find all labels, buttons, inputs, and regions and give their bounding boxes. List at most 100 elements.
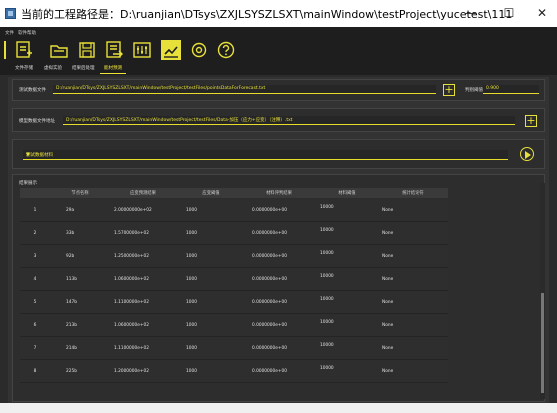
tab-prediction[interactable]: 能材预测 bbox=[104, 65, 122, 71]
table-row[interactable]: 4 113b 1.0600000e+02 1000 0.0000000e+00 10000… bbox=[20, 268, 448, 291]
row-number: 4 bbox=[33, 277, 37, 282]
test-file-panel: 测试数据文件 D:/ruanjian/DTsys/ZXJLSYSZLSXT/ma… bbox=[12, 79, 545, 101]
scrollbar-thumb[interactable] bbox=[541, 293, 544, 393]
add-model-file-button[interactable]: + bbox=[525, 115, 537, 127]
chevron-down-icon: ▼ bbox=[26, 152, 30, 158]
export-icon[interactable] bbox=[104, 40, 124, 60]
cell-strain: 1.2000000e+02 bbox=[114, 369, 149, 374]
cell-name: 29a bbox=[66, 208, 75, 213]
cell-strain-th: 1000 bbox=[186, 369, 197, 374]
cell-mat-th: 10000 bbox=[320, 228, 334, 233]
cell-name: 113b bbox=[66, 277, 77, 282]
col-strain-threshold: 应变阈值 bbox=[202, 191, 220, 196]
help-icon[interactable] bbox=[216, 40, 236, 60]
cell-strain-th: 1000 bbox=[186, 323, 197, 328]
table-row[interactable]: 7 214b 1.1100000e+02 1000 0.0000000e+00 10000… bbox=[20, 337, 448, 360]
threshold-input[interactable]: 0.900 bbox=[483, 85, 539, 94]
vertical-scrollbar[interactable] bbox=[540, 183, 545, 399]
save-icon[interactable] bbox=[77, 40, 97, 60]
open-folder-icon[interactable] bbox=[49, 40, 69, 60]
menu-bar: 文件 软件帮助 bbox=[0, 27, 557, 39]
cell-mat: 0.0000000e+00 bbox=[252, 300, 287, 305]
table-row[interactable]: 8 225b 1.2000000e+02 1000 0.0000000e+00 10000… bbox=[20, 360, 448, 383]
active-tab-indicator bbox=[100, 73, 126, 74]
test-file-field[interactable]: D:/ruanjian/DTsys/ZXJLSYSZLSXT/mainWindo… bbox=[53, 85, 436, 94]
cell-mat-th: 10000 bbox=[320, 251, 334, 256]
threshold-label: 判别阈值 bbox=[465, 88, 483, 93]
cell-mat-th: 10000 bbox=[320, 320, 334, 325]
table-row[interactable]: 3 92b 1.2500000e+02 1000 0.0000000e+00 10000 N… bbox=[20, 245, 448, 268]
status-bar bbox=[0, 403, 557, 413]
cell-mat: 0.0000000e+00 bbox=[252, 346, 287, 351]
cell-strain-th: 1000 bbox=[186, 346, 197, 351]
cell-name: 92b bbox=[66, 254, 75, 259]
col-material-result: 材料评判结果 bbox=[266, 191, 292, 196]
test-type-select[interactable]: 测试数据材料 ▼ bbox=[23, 150, 508, 160]
row-number: 6 bbox=[33, 323, 37, 328]
table-header: 节点名称 应变预测结果 应变阈值 材料评判结果 材料阈值 统计结论符 bbox=[20, 188, 448, 198]
col-conclusion: 统计结论符 bbox=[402, 191, 424, 196]
cell-strain-th: 1000 bbox=[186, 231, 197, 236]
cell-mat-th: 10000 bbox=[320, 274, 334, 279]
cell-name: 213b bbox=[66, 323, 77, 328]
cell-name: 214b bbox=[66, 346, 77, 351]
col-material-threshold: 材料阈值 bbox=[338, 191, 356, 196]
cell-mat-th: 10000 bbox=[320, 205, 334, 210]
cell-strain-th: 1000 bbox=[186, 254, 197, 259]
add-test-file-button[interactable]: + bbox=[443, 84, 455, 96]
title-bar: 当前的工程路径是：D:\ruanjian\DTsys\ZXJLSYSZLSXT\… bbox=[0, 0, 557, 27]
row-number: 3 bbox=[33, 254, 37, 259]
tab-file-storage[interactable]: 文件存储 bbox=[15, 65, 33, 71]
menu-file[interactable]: 文件 bbox=[5, 30, 14, 36]
cell-mat-th: 10000 bbox=[320, 297, 334, 302]
table-row[interactable]: 2 33b 1.5700000e+02 1000 0.0000000e+00 10000 N… bbox=[20, 222, 448, 245]
cell-strain-th: 1000 bbox=[186, 208, 197, 213]
cell-concl: None bbox=[382, 277, 394, 282]
settings-icon[interactable] bbox=[189, 40, 209, 60]
results-label: 结果展示 bbox=[19, 181, 37, 186]
table-row[interactable]: 5 147b 1.1100000e+02 1000 0.0000000e+00 10000… bbox=[20, 291, 448, 314]
cell-mat-th: 10000 bbox=[320, 343, 334, 348]
cell-concl: None bbox=[382, 231, 394, 236]
chart-icon[interactable] bbox=[161, 40, 181, 60]
cell-mat: 0.0000000e+00 bbox=[252, 277, 287, 282]
table-row[interactable]: 1 29a 2.00000000e+02 1000 0.0000000e+00 10000… bbox=[20, 199, 448, 222]
toolbar bbox=[0, 39, 557, 63]
menu-help[interactable]: 软件帮助 bbox=[18, 30, 36, 36]
row-number: 5 bbox=[33, 300, 37, 305]
cell-mat: 0.0000000e+00 bbox=[252, 231, 287, 236]
cell-concl: None bbox=[382, 346, 394, 351]
model-file-label: 模型数据文件地址 bbox=[19, 119, 55, 124]
cell-concl: None bbox=[382, 369, 394, 374]
test-type-panel: 测试数据材料 ▼ bbox=[12, 139, 545, 169]
model-file-panel: 模型数据文件地址 D:/ruanjian/DTsys/ZXJLSYSZLSXT/… bbox=[12, 108, 545, 132]
tab-bar: 文件存储 虚拟实验 结果后处理 能材预测 bbox=[0, 63, 557, 75]
equalizer-icon[interactable] bbox=[132, 40, 152, 60]
cell-concl: None bbox=[382, 208, 394, 213]
window-title: 当前的工程路径是：D:\ruanjian\DTsys\ZXJLSYSZLSXT\… bbox=[21, 8, 513, 21]
cell-mat: 0.0000000e+00 bbox=[252, 369, 287, 374]
model-file-field[interactable]: D:/ruanjian/DTsys/ZXJLSYSZLSXT/mainWindo… bbox=[63, 116, 515, 125]
table-row[interactable]: 6 213b 1.0600000e+02 1000 0.0000000e+00 10000… bbox=[20, 314, 448, 337]
row-number: 2 bbox=[33, 231, 37, 236]
cell-concl: None bbox=[382, 323, 394, 328]
cell-strain-th: 1000 bbox=[186, 277, 197, 282]
test-file-value: D:/ruanjian/DTsys/ZXJLSYSZLSXT/mainWindo… bbox=[56, 86, 266, 91]
minimize-button[interactable]: — bbox=[456, 3, 486, 23]
col-node-name: 节点名称 bbox=[71, 191, 89, 196]
row-number: 7 bbox=[33, 346, 37, 351]
run-prediction-button[interactable] bbox=[520, 147, 534, 161]
new-file-icon[interactable] bbox=[14, 40, 34, 60]
tab-post-processing[interactable]: 结果后处理 bbox=[72, 65, 95, 71]
main-content: 测试数据文件 D:/ruanjian/DTsys/ZXJLSYSZLSXT/ma… bbox=[8, 77, 549, 403]
cell-strain: 1.1100000e+02 bbox=[114, 346, 149, 351]
maximize-button[interactable]: ☐ bbox=[494, 3, 524, 23]
tab-virtual-experiment[interactable]: 虚拟实验 bbox=[44, 65, 62, 71]
cell-mat: 0.0000000e+00 bbox=[252, 208, 287, 213]
cell-concl: None bbox=[382, 254, 394, 259]
toolbar-handle[interactable] bbox=[4, 41, 6, 59]
model-file-value: D:/ruanjian/DTsys/ZXJLSYSZLSXT/mainWindo… bbox=[66, 118, 293, 123]
cell-strain: 1.5700000e+02 bbox=[114, 231, 149, 236]
close-button[interactable]: ✕ bbox=[527, 3, 557, 23]
row-number: 8 bbox=[33, 369, 37, 374]
